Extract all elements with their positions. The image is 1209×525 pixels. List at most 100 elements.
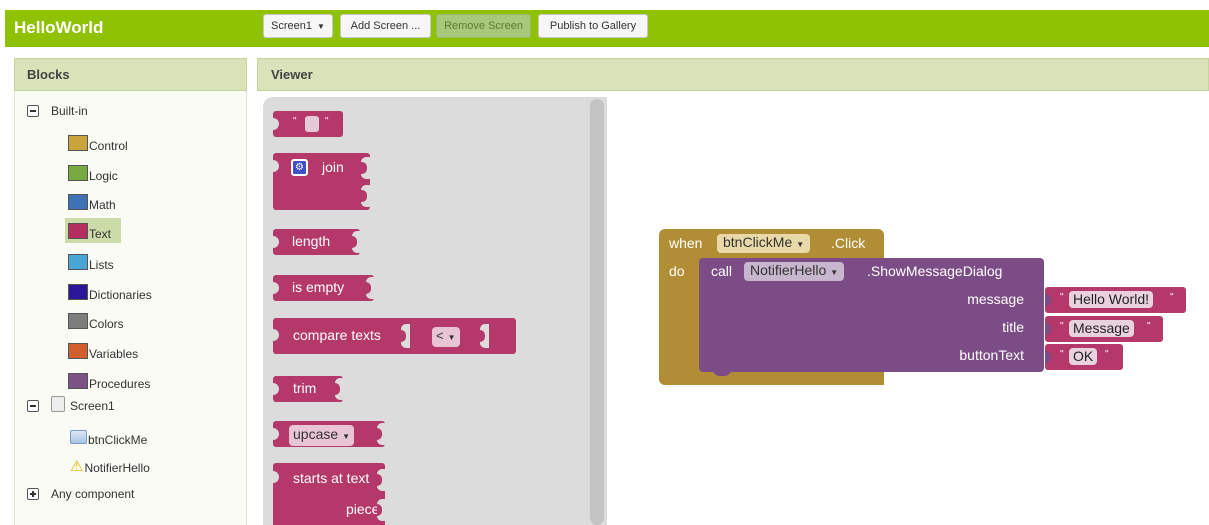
tree-item-control[interactable]: Control bbox=[68, 133, 128, 153]
case-dropdown[interactable]: upcase ▼ bbox=[289, 425, 355, 446]
component-dropdown[interactable]: btnClickMe ▼ bbox=[717, 234, 811, 253]
starts-at-block[interactable]: starts at text piece bbox=[273, 463, 385, 525]
text-title-block[interactable]: " Message " bbox=[1045, 316, 1163, 342]
publish-gallery-button[interactable]: Publish to Gallery bbox=[538, 14, 648, 38]
tree-item-label: Logic bbox=[89, 169, 118, 183]
tree-builtin-label: Built-in bbox=[51, 104, 88, 118]
mutator-gear-icon[interactable]: ⚙ bbox=[291, 159, 308, 176]
warning-icon: ⚠ bbox=[70, 458, 84, 475]
tree-item-math[interactable]: Math bbox=[68, 192, 116, 212]
tree-any-component[interactable]: Any component bbox=[27, 487, 134, 501]
remove-screen-button[interactable]: Remove Screen bbox=[436, 14, 531, 38]
collapse-icon[interactable] bbox=[27, 105, 39, 117]
tree-item-colors[interactable]: Colors bbox=[68, 311, 124, 331]
call-label: call bbox=[711, 263, 733, 279]
math-swatch-icon bbox=[68, 194, 88, 210]
notifier-dropdown[interactable]: NotifierHello ▼ bbox=[744, 262, 845, 281]
when-label: when bbox=[669, 235, 703, 251]
tree-item-label: Text bbox=[89, 226, 112, 241]
tree-item-text[interactable]: Text bbox=[65, 218, 121, 243]
text-message-block[interactable]: " Hello World! " bbox=[1045, 287, 1186, 313]
compare-texts-label: compare texts bbox=[293, 327, 381, 343]
tree-component-btnclickme[interactable]: btnClickMe bbox=[70, 427, 147, 447]
operator-dropdown[interactable]: < ▼ bbox=[432, 327, 460, 347]
tree-item-lists[interactable]: Lists bbox=[68, 252, 114, 272]
is-empty-label: is empty bbox=[292, 279, 345, 295]
dictionaries-swatch-icon bbox=[68, 284, 88, 300]
screen-select-dropdown[interactable]: Screen1 ▼ bbox=[263, 14, 333, 38]
tree-item-variables[interactable]: Variables bbox=[68, 341, 138, 361]
method-name-label: .ShowMessageDialog bbox=[867, 263, 1003, 279]
tree-builtin[interactable]: Built-in bbox=[27, 104, 88, 118]
join-label: join bbox=[322, 159, 344, 175]
starts-at-label: starts at text bbox=[293, 470, 370, 486]
blocks-panel-header: Blocks bbox=[14, 58, 247, 91]
tree-item-dictionaries[interactable]: Dictionaries bbox=[68, 282, 152, 302]
viewer-panel-header: Viewer bbox=[257, 58, 1209, 91]
text-literal-block[interactable]: " " bbox=[273, 111, 343, 137]
tree-item-label: Procedures bbox=[89, 377, 151, 391]
chevron-down-icon: ▼ bbox=[796, 240, 805, 249]
piece-label: piece bbox=[346, 501, 380, 517]
output-notch bbox=[273, 282, 279, 294]
output-notch bbox=[273, 118, 279, 130]
length-label: length bbox=[292, 233, 331, 249]
tree-item-label: Math bbox=[89, 198, 116, 212]
tree-screen1[interactable]: Screen1 bbox=[27, 395, 115, 413]
output-notch bbox=[273, 471, 279, 483]
app-title: HelloWorld bbox=[14, 18, 104, 37]
text-field[interactable] bbox=[305, 116, 319, 132]
screen-select-label: Screen1 bbox=[271, 20, 313, 32]
arg-buttontext-label: buttonText bbox=[959, 347, 1024, 363]
arg-title-label: title bbox=[1002, 319, 1024, 335]
button-text-field[interactable]: OK bbox=[1069, 348, 1098, 365]
tree-item-label: Lists bbox=[89, 258, 114, 272]
component-value: btnClickMe bbox=[723, 234, 793, 250]
notifier-value: NotifierHello bbox=[750, 262, 827, 278]
lists-swatch-icon bbox=[68, 254, 88, 270]
tree-item-label: NotifierHello bbox=[84, 461, 150, 475]
tree-item-logic[interactable]: Logic bbox=[68, 163, 118, 183]
tree-component-notifierhello[interactable]: ⚠ NotifierHello bbox=[70, 457, 150, 475]
tree-item-procedures[interactable]: Procedures bbox=[68, 371, 150, 391]
tree-item-label: btnClickMe bbox=[88, 433, 148, 447]
procedures-swatch-icon bbox=[68, 373, 88, 389]
show-message-dialog-block[interactable]: call NotifierHello ▼ .ShowMessageDialog m… bbox=[699, 258, 1044, 372]
chevron-down-icon: ▼ bbox=[830, 268, 839, 277]
text-buttontext-block[interactable]: " OK " bbox=[1045, 344, 1123, 370]
add-screen-button[interactable]: Add Screen ... bbox=[340, 14, 431, 38]
length-block[interactable]: length bbox=[273, 229, 360, 255]
flyout-scrollbar[interactable] bbox=[590, 99, 604, 525]
tree-item-label: Colors bbox=[89, 317, 124, 331]
output-notch bbox=[1045, 351, 1051, 363]
case-value: upcase bbox=[293, 426, 339, 442]
quote-open: " bbox=[1060, 349, 1064, 360]
arg-message-label: message bbox=[967, 291, 1024, 307]
tree-item-label: Variables bbox=[89, 347, 139, 361]
text-swatch-icon bbox=[68, 222, 88, 239]
chevron-down-icon: ▼ bbox=[317, 22, 325, 31]
tree-item-label: Dictionaries bbox=[89, 288, 152, 302]
quote-close: " bbox=[1147, 321, 1151, 332]
tree-any-component-label: Any component bbox=[51, 487, 135, 501]
top-bar: HelloWorld Screen1 ▼ Add Screen ... Remov… bbox=[0, 0, 1209, 50]
upcase-block[interactable]: upcase ▼ bbox=[273, 421, 385, 447]
tree-screen-label: Screen1 bbox=[70, 399, 115, 413]
compare-texts-block[interactable]: compare texts < ▼ bbox=[273, 318, 516, 354]
quote-close: " bbox=[1105, 349, 1109, 360]
collapse-icon[interactable] bbox=[27, 400, 39, 412]
blocks-tree: Built-in Control Logic Math Text Lists D… bbox=[14, 91, 247, 525]
expand-icon[interactable] bbox=[27, 488, 39, 500]
chevron-down-icon: ▼ bbox=[447, 333, 456, 342]
quote-close: " bbox=[325, 116, 329, 127]
variables-swatch-icon bbox=[68, 343, 88, 359]
output-notch bbox=[1045, 323, 1051, 335]
trim-block[interactable]: trim bbox=[273, 376, 343, 402]
title-text-field[interactable]: Message bbox=[1069, 320, 1134, 337]
is-empty-block[interactable]: is empty bbox=[273, 275, 374, 301]
output-notch bbox=[273, 160, 279, 172]
message-text-field[interactable]: Hello World! bbox=[1069, 291, 1153, 308]
event-name-label: .Click bbox=[831, 235, 866, 251]
quote-open: " bbox=[293, 116, 297, 127]
join-block[interactable]: ⚙ join bbox=[273, 153, 370, 210]
